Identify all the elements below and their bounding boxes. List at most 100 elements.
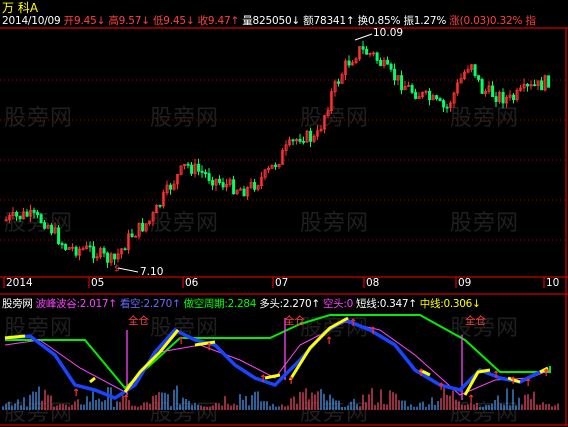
- candle-body: [361, 46, 365, 50]
- candle-body: [526, 83, 530, 87]
- candle-body: [134, 235, 138, 238]
- full-position-signal: 全仓: [465, 315, 486, 327]
- x-tick-label: 08: [366, 277, 380, 289]
- indicator-name[interactable]: 股旁网: [2, 298, 33, 310]
- red-arrow-marker: ↑: [259, 374, 267, 385]
- short-view-value: 2.270↑: [143, 298, 181, 310]
- candle-body: [347, 60, 351, 66]
- full-position-signal: 全仓: [284, 315, 305, 327]
- candle-body: [473, 64, 477, 76]
- candle-body: [207, 173, 211, 181]
- candle-body: [15, 211, 19, 217]
- candle-body: [25, 211, 29, 217]
- x-tick-label: 06: [185, 277, 199, 289]
- empty-label: 空头:: [322, 298, 347, 310]
- candle-body: [477, 75, 481, 80]
- candle-body: [547, 75, 551, 88]
- indicator-bar: 股旁网 波峰波谷:2.017↑ 看空:2.270↑ 做空周期:2.284 多头:…: [2, 296, 481, 311]
- candle-body: [200, 170, 204, 173]
- candle-body: [92, 246, 96, 259]
- price-chart[interactable]: $ ↑ ↑ ↑ ↑ ↑ ↑ ↑ ↑ ↑ ↑ ↑ ↑ ↑ ↑ ↑ ↑: [0, 0, 568, 426]
- low-price-label: 7.10: [140, 266, 164, 278]
- red-arrow-marker: ↑: [492, 370, 500, 381]
- short-view-label: 看空:: [119, 298, 144, 310]
- candle-body: [365, 48, 369, 55]
- candle-body: [32, 209, 36, 213]
- red-arrow-marker: ↑: [287, 376, 295, 387]
- low-pointer: [117, 267, 139, 273]
- long-label: 多头:: [259, 298, 283, 310]
- candle-body: [274, 164, 278, 167]
- midline-value: 0.306↓: [443, 298, 481, 310]
- candle-body: [130, 233, 134, 237]
- empty-value: 0: [346, 298, 354, 310]
- candle-body: [197, 163, 201, 172]
- candle-body: [186, 163, 190, 166]
- candle-body: [211, 180, 215, 186]
- candle-body: [242, 188, 246, 197]
- candle-body: [389, 63, 393, 70]
- candle-body: [221, 182, 225, 188]
- red-arrow-marker: ↑: [369, 326, 377, 337]
- candle-body: [204, 172, 208, 174]
- candle-body: [64, 243, 68, 250]
- red-arrow-marker: ↑: [437, 382, 445, 393]
- wave-value: 2.017↑: [79, 298, 117, 310]
- candle-body: [106, 252, 110, 263]
- short-cycle-value: 2.284: [227, 298, 257, 310]
- candle-body: [232, 179, 236, 195]
- candle-body: [375, 52, 379, 61]
- long-value: 2.270↑: [282, 298, 320, 310]
- candle-body: [60, 243, 64, 246]
- candle-body: [533, 84, 537, 87]
- low-marker-glyph: $: [114, 264, 120, 274]
- candle-body: [102, 248, 106, 254]
- yellow-signal-segment: [4, 334, 26, 340]
- candle-body: [158, 204, 162, 207]
- red-arrow-marker: ↑: [325, 336, 333, 347]
- yellow-signal-segment: [123, 329, 180, 393]
- candle-body: [540, 80, 544, 91]
- candle-body: [18, 215, 22, 220]
- candle-body: [480, 79, 484, 94]
- candle-body: [491, 85, 495, 98]
- candle-body: [414, 91, 418, 99]
- candle-body: [302, 141, 306, 143]
- candle-body: [88, 245, 92, 248]
- candle-body: [50, 224, 54, 234]
- stock-chart-window: 股旁网 股旁网 股旁网 股旁网 股旁网 股旁网 股旁网 股旁网 股旁网 股旁网 …: [0, 0, 568, 426]
- full-position-signal: 全仓: [128, 315, 149, 327]
- shortline-value: 0.347↑: [379, 298, 417, 310]
- candle-body: [123, 248, 127, 251]
- midline-label: 中线:: [419, 298, 444, 310]
- candle-body: [442, 100, 446, 108]
- candle-body: [379, 60, 383, 66]
- shortline-label: 短线:: [356, 298, 380, 310]
- short-cycle-label: 做空周期:: [183, 298, 228, 310]
- candle-body: [141, 222, 145, 232]
- x-tick-label: 2014: [6, 277, 33, 289]
- candle-body: [169, 184, 173, 190]
- candle-body: [428, 90, 432, 101]
- candle-body: [400, 75, 404, 91]
- candle-body: [253, 182, 257, 190]
- red-arrow-marker: ↑: [542, 368, 550, 379]
- red-arrow-marker: ↑: [177, 336, 185, 347]
- red-arrow-marker: ↑: [349, 318, 357, 329]
- red-arrow-marker: ↑: [72, 388, 80, 399]
- candle-body: [57, 227, 61, 245]
- red-arrow-marker: ↑: [122, 394, 130, 405]
- wave-label: 波峰波谷:: [35, 298, 80, 310]
- red-arrow-marker: ↑: [509, 376, 517, 387]
- candle-body: [337, 81, 341, 84]
- candle-body: [438, 98, 442, 101]
- x-tick-label: 07: [275, 277, 289, 289]
- candle-body: [309, 130, 313, 142]
- x-tick-label: 10: [546, 277, 560, 289]
- candle-body: [494, 96, 498, 102]
- high-price-label: 10.09: [373, 27, 404, 39]
- candle-body: [74, 246, 78, 256]
- candle-body: [298, 138, 302, 142]
- x-tick-label: 09: [458, 277, 472, 289]
- high-pointer: [354, 33, 373, 41]
